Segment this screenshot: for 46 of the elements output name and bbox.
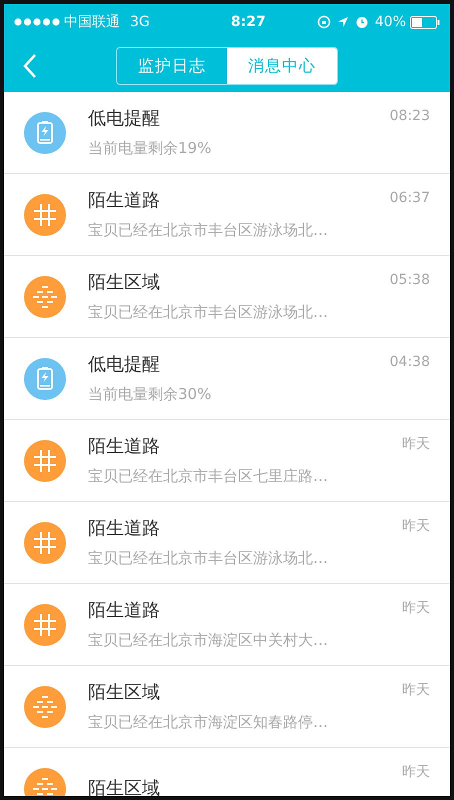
message-time: 05:38 <box>390 271 430 290</box>
message-preview: 当前电量剩余19% <box>88 138 212 158</box>
message-time: 昨天 <box>402 763 430 782</box>
message-title: 陌生区域 <box>88 272 161 294</box>
message-time: 昨天 <box>402 435 430 454</box>
rotation-lock-icon <box>316 15 331 29</box>
road-grid-icon <box>24 440 66 482</box>
message-time: 08:23 <box>390 107 430 126</box>
message-preview: 宝贝已经在北京市海淀区知春路停… <box>88 712 329 732</box>
message-preview: 宝贝已经在北京市丰台区七里庄路… <box>88 466 329 486</box>
alarm-icon <box>354 15 369 29</box>
message-time: 昨天 <box>402 517 430 536</box>
battery-icon <box>24 358 66 400</box>
battery-icon <box>24 112 66 154</box>
segment-tab[interactable]: 消息中心 <box>227 48 337 84</box>
message-title: 陌生区域 <box>88 682 161 704</box>
back-icon <box>23 53 37 79</box>
message-title: 低电提醒 <box>88 108 161 130</box>
message-title: 低电提醒 <box>88 354 161 376</box>
message-time: 昨天 <box>402 599 430 618</box>
road-grid-icon <box>24 194 66 236</box>
road-grid-icon <box>24 604 66 646</box>
area-dashes-icon <box>24 276 66 318</box>
message-preview: 宝贝已经在北京市丰台区游泳场北… <box>88 302 329 322</box>
signal-icon <box>14 18 60 26</box>
message-time: 昨天 <box>402 681 430 700</box>
message-preview: 宝贝已经在北京市海淀区中关村大… <box>88 630 329 650</box>
message-preview: 当前电量剩余30% <box>88 384 212 404</box>
area-dashes-icon <box>24 686 66 728</box>
location-icon <box>336 16 349 28</box>
carrier-label: 中国联通 <box>64 12 120 32</box>
message-title: 陌生道路 <box>88 600 161 622</box>
message-title: 陌生道路 <box>88 518 161 540</box>
message-title: 陌生道路 <box>88 436 161 458</box>
message-preview: 宝贝已经在北京市丰台区游泳场北… <box>88 548 329 568</box>
segment-tab[interactable]: 监护日志 <box>117 48 227 84</box>
clock-label: 8:27 <box>230 12 266 32</box>
road-grid-icon <box>24 522 66 564</box>
message-preview: 宝贝已经在北京市丰台区游泳场北… <box>88 220 329 240</box>
battery-percent: 40% <box>374 12 406 32</box>
message-title: 陌生道路 <box>88 190 161 212</box>
message-time: 04:38 <box>390 353 430 372</box>
message-title: 陌生区域 <box>88 778 161 796</box>
message-time: 06:37 <box>390 189 430 208</box>
battery-status-icon <box>410 16 440 28</box>
network-label: 3G <box>130 12 150 32</box>
